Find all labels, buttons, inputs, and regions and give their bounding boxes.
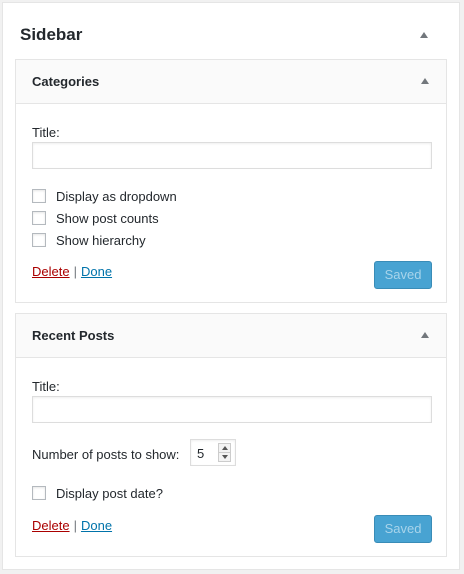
checkbox-label: Display as dropdown xyxy=(56,188,177,204)
title-input[interactable] xyxy=(32,142,432,169)
sidebar-panel: Sidebar Categories Title: Display as dro… xyxy=(2,2,460,570)
widget-categories-header[interactable]: Categories xyxy=(16,60,446,104)
checkbox-label: Show post counts xyxy=(56,210,159,226)
title-label: Title: xyxy=(32,125,60,140)
option-display-dropdown[interactable]: Display as dropdown xyxy=(32,188,177,204)
saved-button[interactable]: Saved xyxy=(374,261,432,289)
number-of-posts-value: 5 xyxy=(197,446,205,461)
title-input[interactable] xyxy=(32,396,432,423)
separator: | xyxy=(73,518,77,533)
checkbox[interactable] xyxy=(32,211,46,225)
sidebar-header[interactable]: Sidebar xyxy=(3,3,459,59)
checkbox-label: Display post date? xyxy=(56,485,163,501)
title-label: Title: xyxy=(32,379,60,394)
checkbox[interactable] xyxy=(32,233,46,247)
widget-control-actions: Delete | Done xyxy=(32,264,112,279)
spin-up-icon[interactable] xyxy=(222,446,228,450)
done-link[interactable]: Done xyxy=(81,264,112,279)
spin-down-icon[interactable] xyxy=(222,455,228,459)
widget-recent-posts: Recent Posts Title: Number of posts to s… xyxy=(15,313,447,557)
delete-link[interactable]: Delete xyxy=(32,518,70,533)
done-link[interactable]: Done xyxy=(81,518,112,533)
caret-up-icon[interactable] xyxy=(420,32,428,38)
delete-link[interactable]: Delete xyxy=(32,264,70,279)
option-show-hierarchy[interactable]: Show hierarchy xyxy=(32,232,146,248)
option-display-post-date[interactable]: Display post date? xyxy=(32,485,163,501)
option-show-post-counts[interactable]: Show post counts xyxy=(32,210,159,226)
widget-title: Recent Posts xyxy=(32,328,115,343)
spinner-divider xyxy=(219,452,230,453)
caret-up-icon[interactable] xyxy=(421,332,429,338)
sidebar-title: Sidebar xyxy=(20,25,83,44)
spinner-control[interactable] xyxy=(218,443,231,462)
caret-up-icon[interactable] xyxy=(421,78,429,84)
widget-title: Categories xyxy=(32,74,100,89)
number-of-posts-label: Number of posts to show: xyxy=(32,447,180,462)
checkbox[interactable] xyxy=(32,486,46,500)
number-of-posts-input[interactable]: 5 xyxy=(190,439,236,466)
checkbox-label: Show hierarchy xyxy=(56,232,146,248)
widget-control-actions: Delete | Done xyxy=(32,518,112,533)
separator: | xyxy=(73,264,77,279)
widget-recent-posts-header[interactable]: Recent Posts xyxy=(16,314,446,358)
saved-button[interactable]: Saved xyxy=(374,515,432,543)
widget-categories: Categories Title: Display as dropdown Sh… xyxy=(15,59,447,303)
checkbox[interactable] xyxy=(32,189,46,203)
